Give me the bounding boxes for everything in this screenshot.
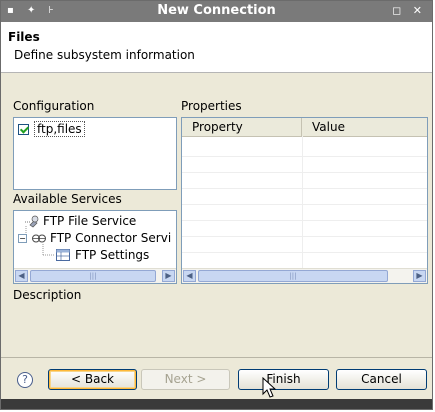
grid-line (182, 172, 427, 173)
grid-line (182, 188, 427, 189)
finish-button[interactable]: Finish (238, 369, 329, 390)
grid-line (182, 156, 427, 157)
back-button[interactable]: < Back (48, 369, 137, 390)
scroll-thumb[interactable]: ||| (30, 270, 156, 282)
grid-line (182, 204, 427, 205)
scroll-right-icon[interactable]: ▶ (162, 270, 175, 282)
tree-item-label: FTP Settings (75, 248, 150, 262)
properties-table-header: Property Value (182, 118, 427, 137)
tree-connector-lines (25, 226, 55, 256)
title-bar[interactable]: ▪ ✦ ⊦ New Connection ◻ ✕ (1, 1, 432, 22)
available-services-label: Available Services (13, 192, 122, 206)
window-controls[interactable]: ◻ ✕ (392, 4, 426, 17)
help-icon[interactable]: ? (17, 372, 33, 388)
configuration-list[interactable]: ftp,files (13, 117, 177, 190)
column-header-property[interactable]: Property (182, 118, 302, 136)
configuration-item[interactable]: ftp,files (18, 121, 85, 137)
column-header-value[interactable]: Value (302, 118, 427, 136)
configuration-checkbox[interactable] (18, 123, 29, 135)
properties-label: Properties (181, 99, 242, 113)
bottom-strip (1, 399, 432, 409)
scroll-thumb[interactable]: ||| (198, 270, 388, 282)
grid-column-divider (302, 136, 303, 268)
next-button[interactable]: Next > (141, 369, 230, 390)
grid-line (182, 220, 427, 221)
properties-table[interactable]: Property Value ◀ ||| ▶ (181, 117, 428, 284)
scroll-left-icon[interactable]: ◀ (15, 270, 28, 282)
properties-horizontal-scrollbar[interactable]: ◀ ||| ▶ (182, 268, 427, 283)
page-description: Define subsystem information (14, 48, 195, 62)
mouse-cursor-icon (262, 377, 276, 398)
configuration-label: Configuration (13, 99, 95, 113)
scroll-left-icon[interactable]: ◀ (183, 270, 196, 282)
services-tree[interactable]: FTP File Service − FTP Connector Servi F… (13, 210, 177, 284)
grid-line (182, 236, 427, 237)
services-horizontal-scrollbar[interactable]: ◀ ||| ▶ (14, 268, 176, 283)
window-title: New Connection (157, 3, 276, 18)
page-title: Files (8, 30, 40, 44)
new-connection-dialog: ▪ ✦ ⊦ New Connection ◻ ✕ Files Define su… (0, 0, 433, 410)
configuration-item-label: ftp,files (34, 121, 85, 137)
button-bar-separator (1, 357, 432, 358)
scroll-right-icon[interactable]: ▶ (413, 270, 426, 282)
wizard-header: Files Define subsystem information (1, 22, 432, 73)
grid-line (182, 252, 427, 253)
description-label: Description (13, 288, 82, 302)
cancel-button[interactable]: Cancel (336, 369, 427, 390)
